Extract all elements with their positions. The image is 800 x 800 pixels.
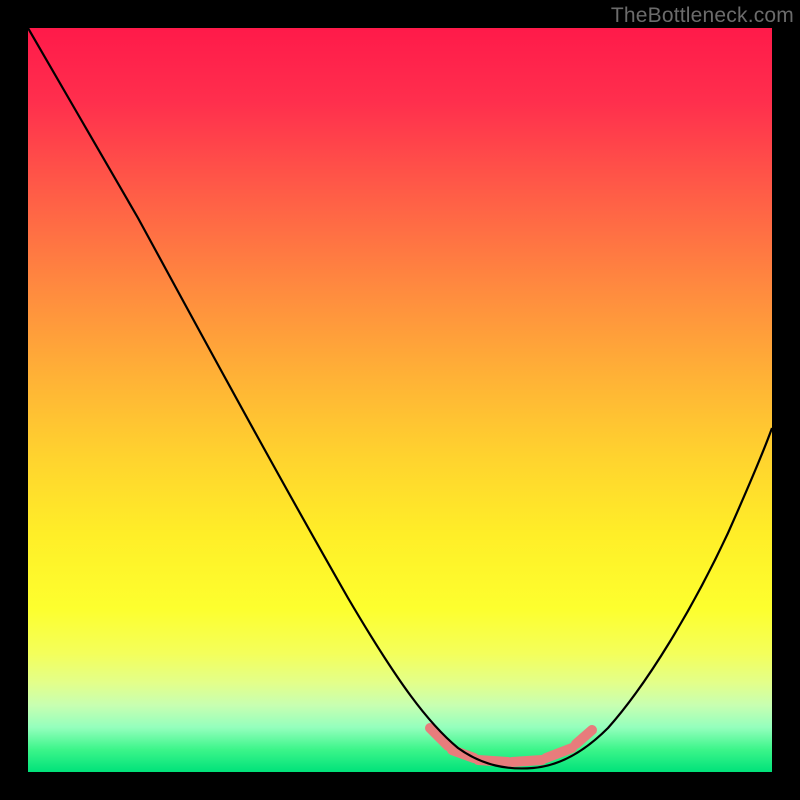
- chart-frame: TheBottleneck.com: [0, 0, 800, 800]
- main-curve: [28, 28, 772, 768]
- plot-area: [28, 28, 772, 772]
- curve-svg: [28, 28, 772, 772]
- watermark-text: TheBottleneck.com: [611, 4, 794, 28]
